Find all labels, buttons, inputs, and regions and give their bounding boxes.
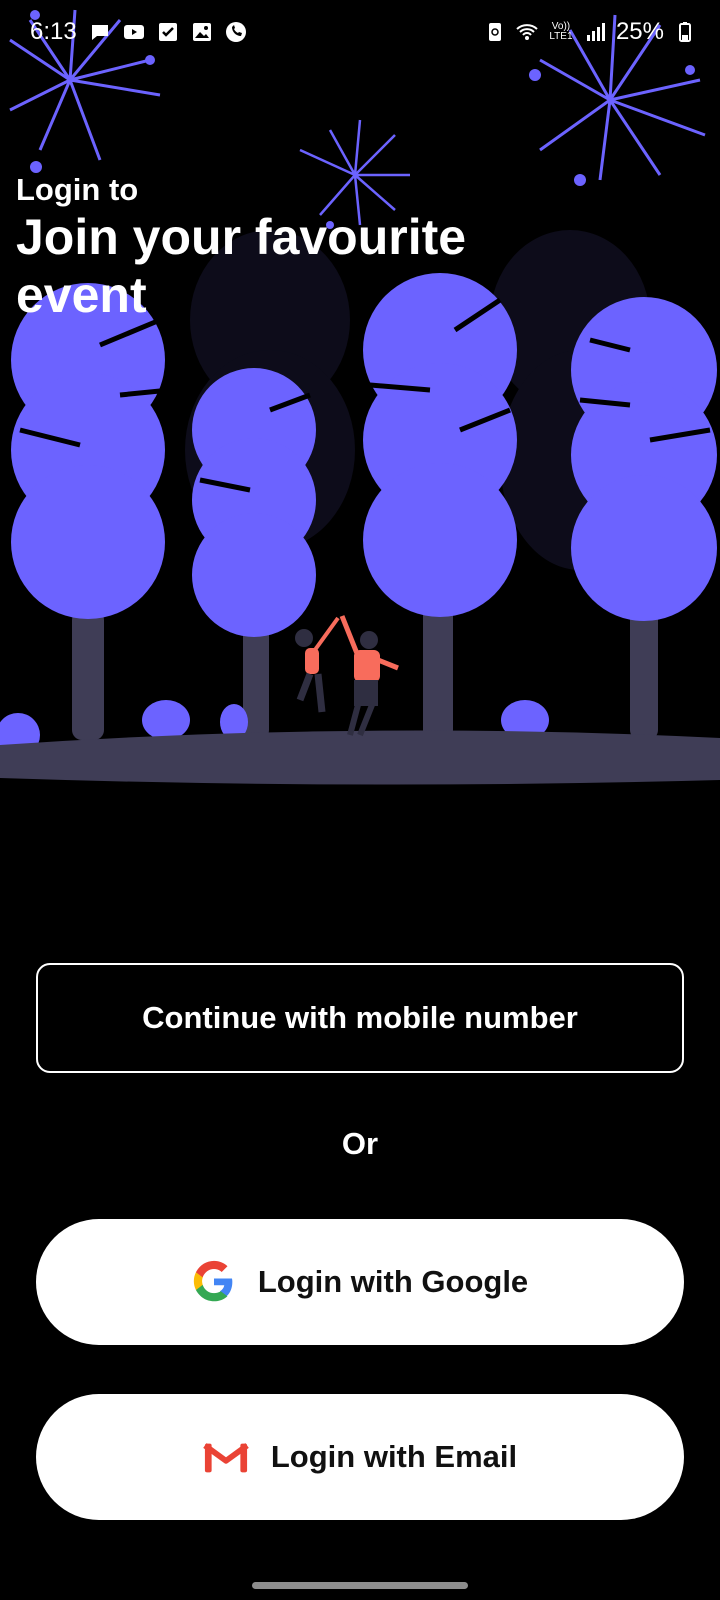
check-icon — [158, 23, 177, 41]
people — [295, 615, 399, 737]
status-bar: 6:13 Vo)) LTE1 25% — [0, 0, 720, 64]
signal-icon — [586, 23, 605, 41]
login-email-button[interactable]: Login with Email — [36, 1394, 684, 1520]
or-divider: Or — [341, 1126, 379, 1161]
page-title: Join your favourite event — [16, 209, 467, 323]
google-icon — [193, 1260, 233, 1302]
wifi-icon — [516, 24, 538, 40]
trees — [11, 273, 717, 637]
login-email-label: Login with Email — [270, 1439, 518, 1474]
login-google-button[interactable]: Login with Google — [36, 1219, 684, 1345]
heading-block: Login to Join your favourite event — [16, 172, 476, 324]
phone-icon — [225, 22, 246, 42]
continue-mobile-button[interactable]: Continue with mobile number — [36, 963, 684, 1073]
gallery-icon — [192, 23, 211, 41]
event-illustration — [0, 9, 720, 785]
login-google-label: Login with Google — [257, 1264, 529, 1299]
battery-icon — [679, 22, 691, 42]
login-subtitle: Login to — [16, 172, 139, 207]
chat-icon — [91, 25, 108, 40]
status-time: 6:13 — [30, 18, 77, 45]
recycle-icon — [488, 23, 501, 41]
youtube-icon — [123, 25, 144, 39]
gmail-icon — [203, 1441, 249, 1473]
network-label: Vo)) LTE1 — [549, 21, 573, 42]
battery-percent: 25% — [615, 18, 664, 45]
home-indicator[interactable] — [252, 1582, 468, 1589]
continue-mobile-label: Continue with mobile number — [142, 1000, 578, 1035]
